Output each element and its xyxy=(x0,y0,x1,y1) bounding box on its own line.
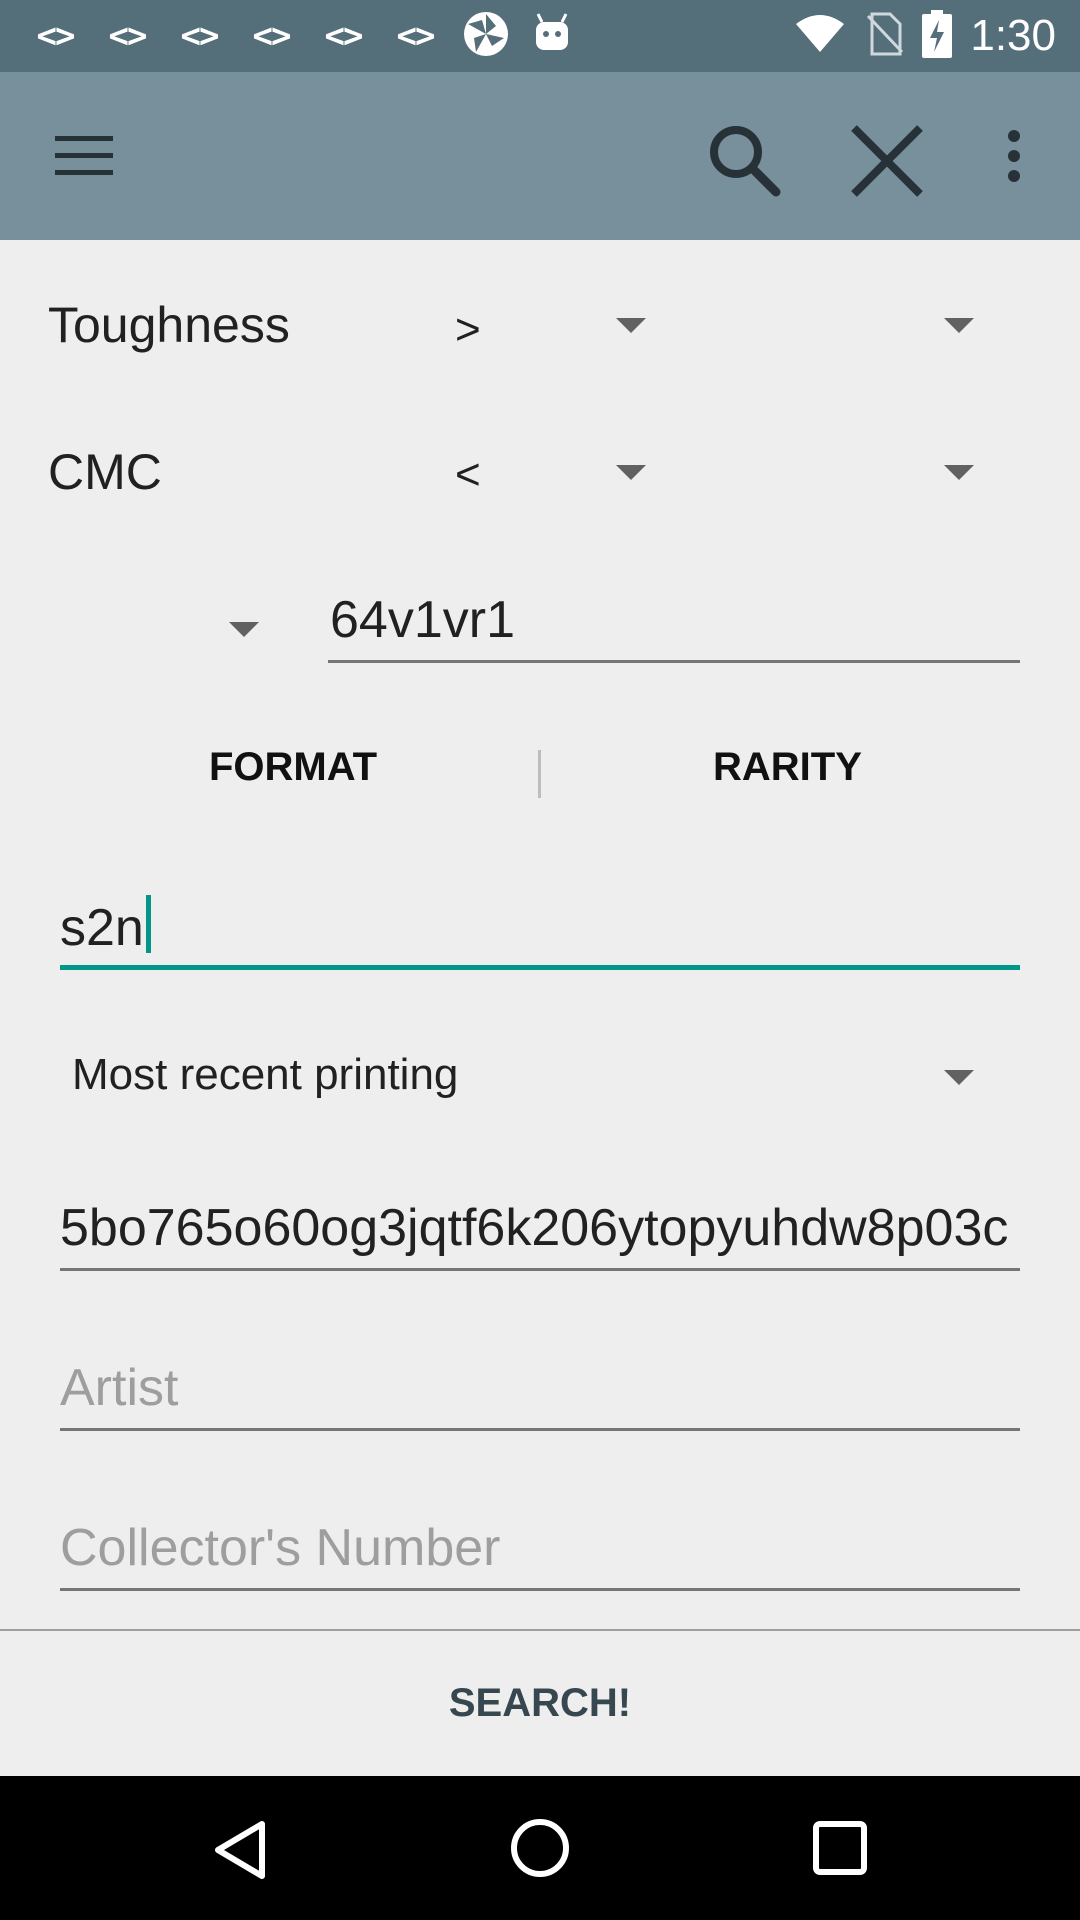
code-icon: <> xyxy=(180,16,220,56)
printing-select[interactable]: Most recent printing xyxy=(72,1050,458,1100)
hamburger-menu-icon[interactable] xyxy=(55,134,113,182)
set-name-underline xyxy=(60,965,1020,970)
home-icon[interactable] xyxy=(510,1818,570,1882)
mana-cost-underline xyxy=(328,660,1020,663)
clock: 1:30 xyxy=(970,11,1056,60)
wifi-icon xyxy=(794,14,846,58)
code-icon: <> xyxy=(252,16,292,56)
search-button[interactable]: SEARCH! xyxy=(449,1681,631,1726)
tab-format[interactable]: FORMAT xyxy=(209,745,377,790)
collector-number-input[interactable]: Collector's Number xyxy=(60,1518,1020,1578)
navigation-bar xyxy=(0,1776,1080,1920)
back-icon[interactable] xyxy=(212,1820,268,1884)
recents-icon[interactable] xyxy=(812,1820,868,1880)
set-name-value: s2n xyxy=(60,899,144,957)
code-icon: <> xyxy=(108,16,148,56)
no-sim-icon xyxy=(864,12,904,60)
code-icon: <> xyxy=(396,16,436,56)
printing-dropdown-icon[interactable] xyxy=(944,1070,974,1085)
close-icon[interactable] xyxy=(850,124,924,202)
mana-cost-input[interactable]: 64v1vr1 xyxy=(330,590,1020,650)
system-status: 1:30 xyxy=(794,0,1056,72)
flavor-text-input[interactable]: 5bo765o60og3jqtf6k206ytopyuhdw8p03c xyxy=(60,1198,1020,1258)
flavor-text-value: 5bo765o60og3jqtf6k206ytopyuhdw8p03c xyxy=(60,1199,1009,1257)
search-icon[interactable] xyxy=(706,122,782,202)
flavor-text-underline xyxy=(60,1268,1020,1271)
pinwheel-icon xyxy=(462,10,510,62)
collector-number-underline xyxy=(60,1588,1020,1591)
app-toolbar xyxy=(0,72,1080,240)
artist-underline xyxy=(60,1428,1020,1431)
code-icon: <> xyxy=(36,16,76,56)
text-cursor xyxy=(145,895,151,953)
code-icon: <> xyxy=(324,16,364,56)
toughness-value-dropdown-icon[interactable] xyxy=(944,318,974,333)
cmc-operator-value: < xyxy=(455,450,481,499)
android-icon xyxy=(532,12,572,60)
battery-charging-icon xyxy=(922,10,953,62)
set-name-input[interactable]: s2n xyxy=(60,895,1020,958)
cmc-operator-dropdown-icon[interactable] xyxy=(616,465,646,480)
toughness-operator-value: > xyxy=(455,305,481,354)
more-vert-icon[interactable] xyxy=(1002,130,1026,186)
notification-icons: <> <> <> <> <> <> xyxy=(30,0,572,72)
search-bar: SEARCH! xyxy=(0,1631,1080,1776)
toughness-operator-dropdown-icon[interactable] xyxy=(616,318,646,333)
mana-comparison-dropdown-icon[interactable] xyxy=(229,622,259,637)
artist-input[interactable]: Artist xyxy=(60,1358,1020,1418)
status-bar: <> <> <> <> <> <> 1:30 xyxy=(0,0,1080,72)
tab-divider xyxy=(538,750,541,798)
cmc-label: CMC xyxy=(48,444,162,500)
tab-rarity[interactable]: RARITY xyxy=(713,745,862,790)
toughness-label: Toughness xyxy=(48,297,290,353)
cmc-value-dropdown-icon[interactable] xyxy=(944,465,974,480)
